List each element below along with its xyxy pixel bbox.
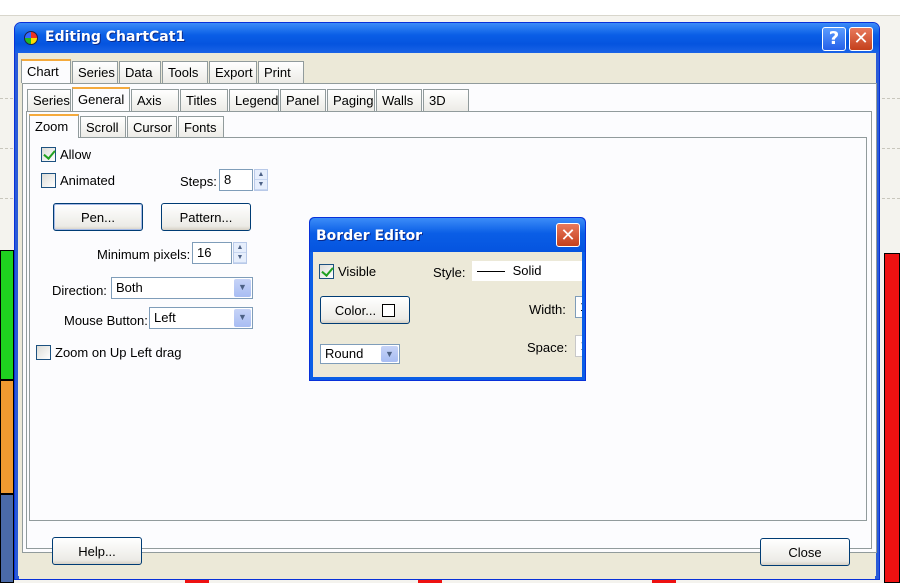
checkbox-checked-icon[interactable]	[41, 147, 56, 162]
tab-data[interactable]: Data	[119, 61, 161, 83]
tab-zoom[interactable]: Zoom	[29, 114, 79, 138]
minimum-pixels-label: Minimum pixels:	[97, 247, 191, 262]
close-icon[interactable]: ✕	[849, 27, 873, 51]
tab-series[interactable]: Series	[72, 61, 118, 83]
tab-tools[interactable]: Tools	[162, 61, 208, 83]
window-title: Editing ChartCat1	[45, 29, 186, 45]
chevron-down-icon[interactable]: ▼	[234, 309, 251, 327]
tab-fonts[interactable]: Fonts	[178, 116, 224, 138]
allow-checkbox[interactable]: Allow	[41, 147, 91, 162]
space-label: Space:	[527, 340, 568, 355]
background-chart-bar	[884, 253, 900, 583]
space-input[interactable]: 1	[575, 335, 582, 357]
spin-up-icon[interactable]: ▲	[255, 170, 267, 180]
general-subtabs: Zoom Scroll Cursor Fonts	[29, 114, 225, 138]
minimum-pixels-spinner[interactable]: ▲ ▼	[233, 242, 247, 264]
color-button-label: Color...	[334, 302, 377, 318]
animated-label: Animated	[60, 173, 115, 188]
window-titlebar[interactable]: Editing ChartCat1 ? ✕	[15, 23, 879, 53]
direction-value: Both	[116, 280, 143, 295]
tab-general[interactable]: General	[72, 87, 130, 111]
tab-walls[interactable]: Walls	[376, 89, 422, 111]
checkbox-unchecked-icon[interactable]	[36, 345, 51, 360]
border-editor-titlebar[interactable]: Border Editor ✕	[310, 218, 585, 252]
solid-line-icon	[477, 271, 505, 273]
steps-input[interactable]: 8	[219, 169, 253, 191]
tab-print[interactable]: Print	[258, 61, 304, 83]
background-app-top	[0, 0, 900, 16]
visible-label: Visible	[338, 264, 377, 279]
animated-checkbox[interactable]: Animated	[41, 173, 115, 188]
width-label: Width:	[529, 302, 566, 317]
tab-3d[interactable]: 3D	[423, 89, 469, 111]
chart-subtabs: Series General Axis Titles Legend Panel …	[27, 87, 470, 111]
tab-titles[interactable]: Titles	[180, 89, 228, 111]
width-input[interactable]: 1	[575, 296, 582, 318]
main-tabs: Chart Series Data Tools Export Print	[21, 59, 305, 83]
direction-select[interactable]: Both ▼	[111, 277, 253, 299]
visible-checkbox[interactable]: Visible	[319, 264, 376, 279]
tab-cursor[interactable]: Cursor	[127, 116, 177, 138]
chevron-down-icon[interactable]: ▼	[234, 279, 251, 297]
border-editor-dialog: Border Editor ✕ Visible Style: Solid Col…	[309, 217, 586, 381]
spin-down-icon[interactable]: ▼	[234, 253, 246, 263]
style-value: Solid	[512, 263, 542, 278]
pen-button[interactable]: Pen...	[53, 203, 143, 231]
tab-panel[interactable]: Panel	[280, 89, 326, 111]
tab-chart[interactable]: Chart	[21, 59, 71, 83]
chevron-down-icon[interactable]: ▼	[381, 346, 398, 362]
close-button[interactable]: Close	[760, 538, 850, 566]
tab-axis[interactable]: Axis	[131, 89, 179, 111]
tab-legend[interactable]: Legend	[229, 89, 279, 111]
direction-label: Direction:	[52, 283, 107, 298]
close-icon[interactable]: ✕	[556, 223, 580, 247]
mouse-button-value: Left	[154, 310, 176, 325]
background-chart-bar	[0, 494, 14, 583]
help-button[interactable]: Help...	[52, 537, 142, 565]
spin-down-icon[interactable]: ▼	[255, 180, 267, 190]
zoom-up-left-checkbox[interactable]: Zoom on Up Left drag	[36, 345, 181, 360]
color-swatch-icon	[382, 303, 396, 317]
zoom-up-left-label: Zoom on Up Left drag	[55, 345, 182, 360]
style-label: Style:	[433, 265, 466, 280]
style-select[interactable]: Solid	[472, 261, 582, 281]
background-chart-bar	[0, 250, 14, 380]
allow-label: Allow	[60, 147, 92, 162]
background-chart-bar	[0, 380, 14, 494]
chart-app-icon	[24, 31, 38, 45]
mouse-button-label: Mouse Button:	[64, 313, 148, 328]
mouse-button-select[interactable]: Left ▼	[149, 307, 253, 329]
steps-label: Steps:	[180, 174, 217, 189]
tab-scroll[interactable]: Scroll	[80, 116, 126, 138]
steps-spinner[interactable]: ▲ ▼	[254, 169, 268, 191]
checkbox-checked-icon[interactable]	[319, 264, 334, 279]
tab-chart-series[interactable]: Series	[27, 89, 71, 111]
spin-up-icon[interactable]: ▲	[234, 243, 246, 253]
border-editor-title: Border Editor	[316, 228, 423, 244]
border-editor-client: Visible Style: Solid Color... Width: 1 R…	[313, 252, 582, 377]
end-style-value: Round	[325, 346, 364, 361]
end-style-select[interactable]: Round ▼	[320, 344, 400, 364]
checkbox-unchecked-icon[interactable]	[41, 173, 56, 188]
minimum-pixels-input[interactable]: 16	[192, 242, 232, 264]
tab-export[interactable]: Export	[209, 61, 257, 83]
help-icon[interactable]: ?	[822, 27, 846, 51]
tab-paging[interactable]: Paging	[327, 89, 375, 111]
color-button[interactable]: Color...	[320, 296, 410, 324]
pattern-button[interactable]: Pattern...	[161, 203, 251, 231]
